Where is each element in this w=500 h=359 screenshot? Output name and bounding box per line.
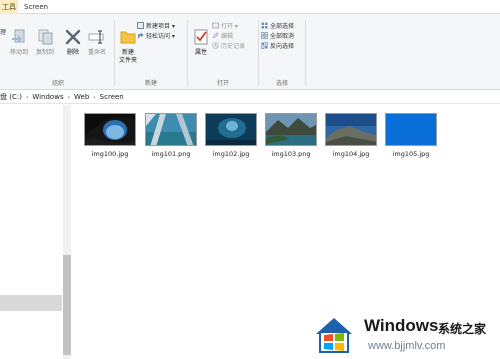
- organize-group: 移动到 复制到 删除 重命名 组织: [2, 20, 114, 90]
- file-item[interactable]: img105.jpg: [385, 113, 441, 158]
- select-none-button[interactable]: 全部取消: [261, 32, 294, 41]
- properties-button[interactable]: 属性: [188, 28, 214, 57]
- thumbnail-window-sea: [145, 113, 197, 146]
- new-item-button[interactable]: 新建项目 ▾: [137, 22, 175, 31]
- new-item-icon: [137, 22, 144, 29]
- thumbnail-mountain-lake: [265, 113, 317, 146]
- delete-x-icon: [65, 29, 81, 45]
- navigation-pane: [0, 105, 71, 359]
- delete-button[interactable]: 删除: [60, 28, 86, 57]
- select-group: 全部选择 全部取消 反向选择 选择: [259, 20, 305, 90]
- select-none-icon: [261, 32, 268, 39]
- invert-selection-label: 反向选择: [270, 43, 295, 50]
- breadcrumb-windows[interactable]: Windows: [32, 90, 63, 104]
- invert-selection-button[interactable]: 反向选择: [261, 42, 294, 51]
- file-item[interactable]: img100.jpg: [84, 113, 140, 158]
- file-item[interactable]: img103.png: [265, 113, 321, 158]
- file-name: img105.jpg: [392, 150, 430, 158]
- history-label: 历史记录: [221, 43, 246, 50]
- new-folder-icon: [120, 31, 136, 44]
- file-name: img100.jpg: [91, 150, 129, 158]
- nav-selected-item[interactable]: [0, 295, 62, 311]
- address-bar[interactable]: 盘 (C:) › Windows › Web › Screen: [0, 90, 500, 104]
- easy-access-label: 轻松访问 ▾: [146, 33, 175, 40]
- ribbon-tab-bar: 工具 Screen: [0, 0, 500, 14]
- watermark: Windows 系统之家 www.bjjmlv.com: [308, 306, 500, 359]
- tab-picture-tools[interactable]: 工具: [0, 0, 18, 14]
- copy-to-icon: [38, 29, 53, 45]
- file-item[interactable]: img104.jpg: [325, 113, 381, 158]
- organize-group-label: 组织: [51, 80, 64, 87]
- open-icon: [212, 22, 219, 29]
- open-group: 属性 打开 ▾ 编辑 历史记录 打开: [188, 20, 258, 90]
- windows-logo-icon: [316, 318, 352, 353]
- select-all-button[interactable]: 全部选择: [261, 22, 294, 31]
- breadcrumb-drive[interactable]: 盘 (C:): [0, 90, 22, 104]
- rename-icon: [88, 30, 104, 44]
- ribbon-divider: [305, 20, 306, 86]
- select-all-icon: [261, 22, 268, 29]
- thumbnail-rock-sky: [325, 113, 377, 146]
- file-item[interactable]: img101.png: [145, 113, 201, 158]
- file-item[interactable]: img102.jpg: [205, 113, 261, 158]
- easy-access-button[interactable]: 轻松访问 ▾: [137, 32, 175, 41]
- file-name: img103.png: [271, 150, 311, 158]
- new-folder-label-1: 新建: [121, 49, 134, 56]
- open-label: 打开 ▾: [221, 23, 238, 30]
- breadcrumb-separator-icon[interactable]: ›: [68, 91, 70, 105]
- rename-button[interactable]: 重命名: [84, 28, 110, 57]
- file-name: img101.png: [151, 150, 191, 158]
- file-name: img102.jpg: [212, 150, 250, 158]
- select-group-label: 选择: [275, 80, 288, 87]
- rename-label: 重命名: [87, 49, 106, 56]
- new-group: 新建 文件夹 新建项目 ▾ 轻松访问 ▾ 新建: [115, 20, 187, 90]
- move-to-icon: [12, 29, 25, 43]
- tab-screen[interactable]: Screen: [24, 0, 48, 14]
- invert-selection-icon: [261, 42, 268, 49]
- thumbnail-cave: [84, 113, 136, 146]
- history-icon: [212, 42, 219, 49]
- properties-label: 属性: [194, 49, 207, 56]
- watermark-title: Windows: [364, 316, 439, 335]
- move-to-button[interactable]: 移动到: [6, 28, 32, 57]
- move-to-label: 移动到: [9, 49, 28, 56]
- new-folder-label-2: 文件夹: [118, 57, 137, 64]
- ribbon: 理 移动到 复制到 删除 重命名 组织 新建 文件夹 新建项目 ▾ 轻松访问 ▾…: [0, 14, 500, 90]
- thumbnail-underwater: [205, 113, 257, 146]
- easy-access-icon: [138, 32, 144, 38]
- thumbnail-solid-blue: [385, 113, 437, 146]
- new-group-label: 新建: [144, 80, 157, 87]
- watermark-subtitle: 系统之家: [438, 322, 487, 336]
- breadcrumb-web[interactable]: Web: [74, 90, 89, 104]
- copy-to-button[interactable]: 复制到: [32, 28, 58, 57]
- breadcrumb-separator-icon[interactable]: ›: [26, 91, 28, 105]
- edit-label: 编辑: [221, 33, 234, 40]
- breadcrumb-screen[interactable]: Screen: [100, 90, 124, 104]
- history-button[interactable]: 历史记录: [212, 42, 245, 51]
- edit-icon: [212, 32, 219, 39]
- file-name: img104.jpg: [332, 150, 370, 158]
- open-group-label: 打开: [216, 80, 229, 87]
- nav-scrollbar-thumb[interactable]: [63, 255, 71, 355]
- open-button[interactable]: 打开 ▾: [212, 22, 238, 31]
- watermark-url: www.bjjmlv.com: [368, 340, 446, 352]
- edit-button[interactable]: 编辑: [212, 32, 233, 41]
- delete-label: 删除: [66, 49, 79, 56]
- properties-icon: [194, 29, 208, 45]
- select-all-label: 全部选择: [270, 23, 295, 30]
- breadcrumb-separator-icon[interactable]: ›: [93, 91, 95, 105]
- select-none-label: 全部取消: [270, 33, 295, 40]
- new-item-label: 新建项目 ▾: [146, 23, 175, 30]
- copy-to-label: 复制到: [35, 49, 54, 56]
